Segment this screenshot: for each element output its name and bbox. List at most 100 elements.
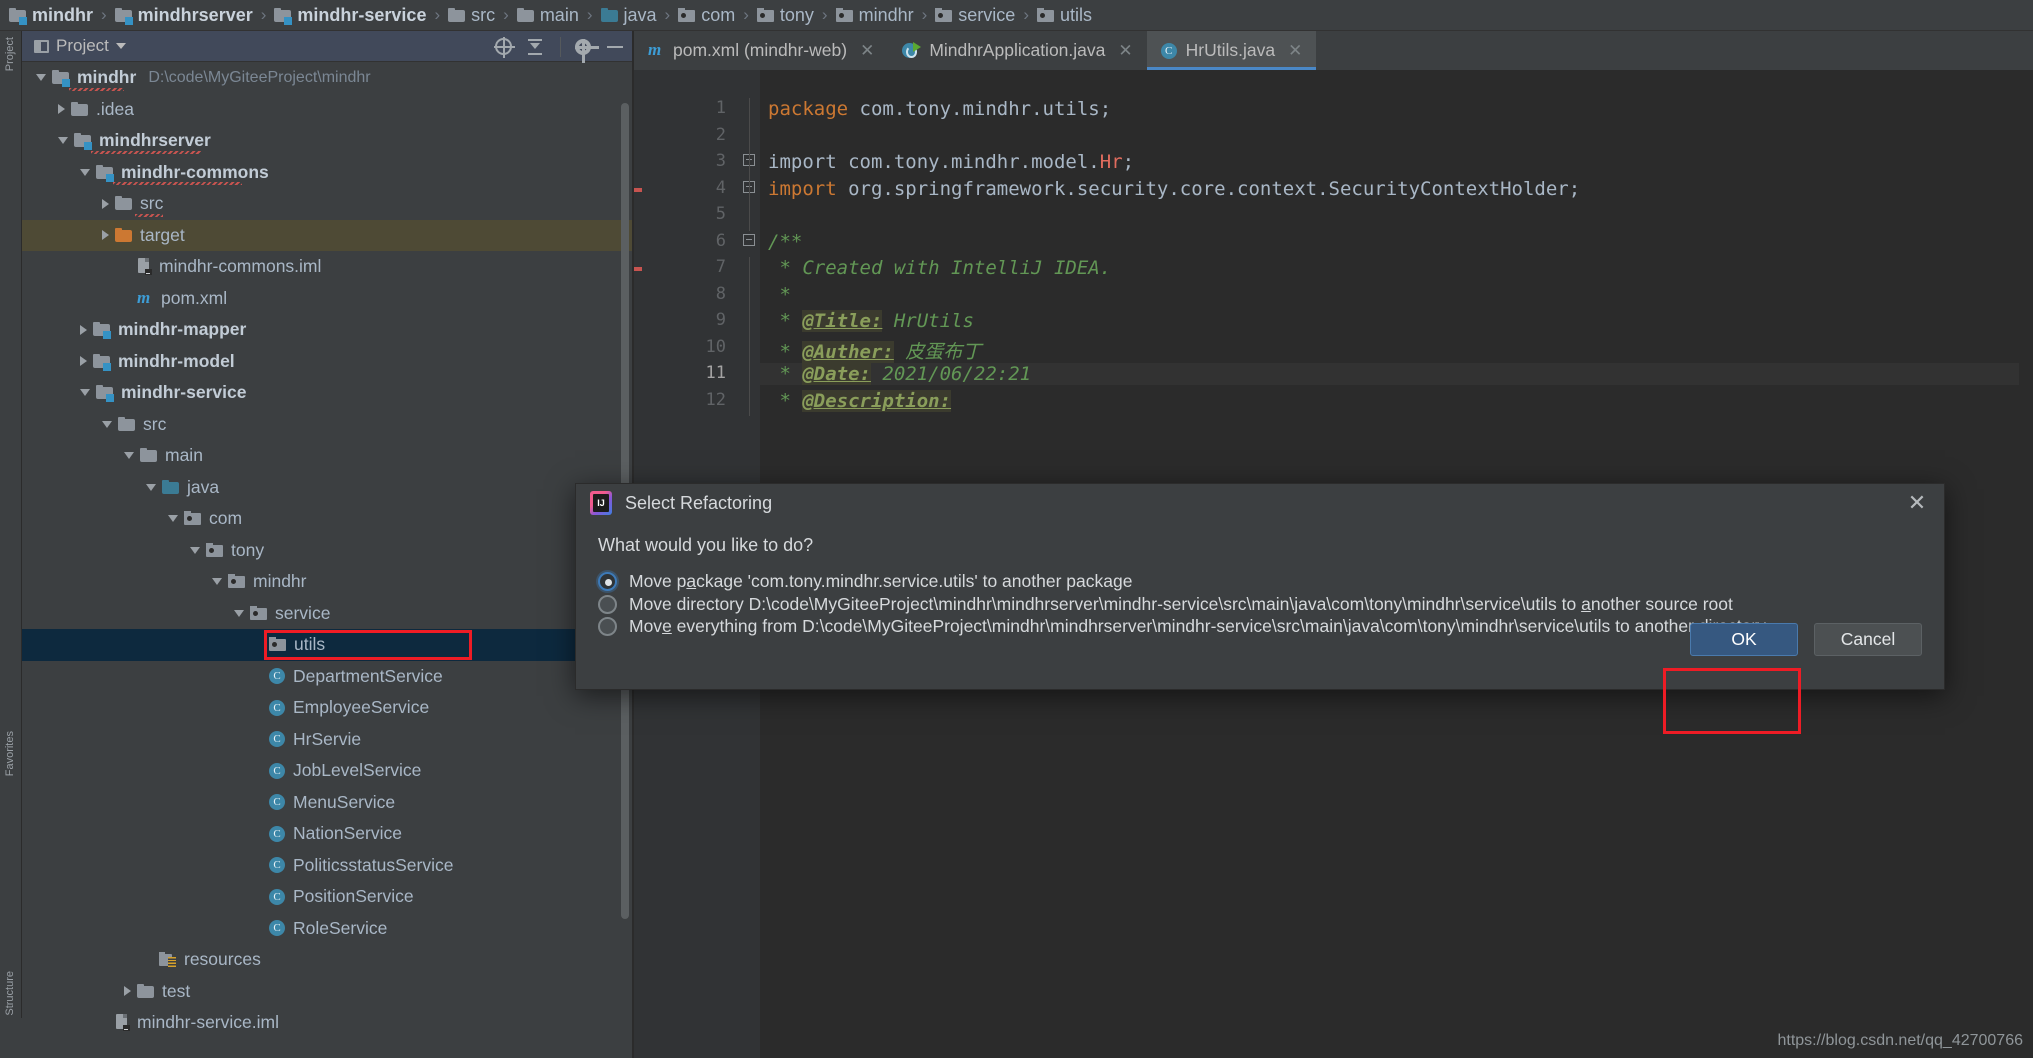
refactoring-option-2[interactable]: Move directory D:\code\MyGiteeProject\mi… (598, 594, 1733, 615)
collapse-all-icon[interactable] (526, 37, 546, 57)
tree-node[interactable]: C PositionService (22, 881, 633, 913)
tree-node[interactable]: C HrServie (22, 724, 633, 756)
tree-node[interactable]: C EmployeeService (22, 692, 633, 724)
tree-node[interactable]: mindhr-commons.iml (22, 251, 633, 283)
tree-node[interactable]: java (22, 472, 633, 504)
close-icon[interactable]: ✕ (1906, 492, 1928, 515)
tree-node[interactable]: C DepartmentService (22, 661, 633, 693)
breadcrumb-item-java[interactable]: java (598, 0, 660, 31)
dialog-titlebar: Select Refactoring (576, 484, 1944, 522)
tree-node-label: PositionService (293, 886, 414, 907)
cancel-button[interactable]: Cancel (1814, 623, 1922, 656)
option-mnemonic-letter: a (686, 571, 697, 591)
code-line[interactable]: package com.tony.mindhr.utils; (768, 98, 1111, 120)
close-icon[interactable]: ✕ (1288, 41, 1302, 61)
tree-node[interactable]: C JobLevelService (22, 755, 633, 787)
editor-vertical-scrollbar[interactable] (2019, 70, 2033, 1058)
close-icon[interactable]: ✕ (1118, 41, 1132, 61)
editor-tab-mindhrapplication-java[interactable]: MindhrApplication.java ✕ (888, 31, 1146, 70)
breadcrumb-item-mindhr[interactable]: mindhr (833, 0, 917, 31)
tree-node[interactable]: src (22, 188, 633, 220)
close-icon[interactable]: ✕ (860, 41, 874, 61)
breadcrumb-item-com[interactable]: com (675, 0, 738, 31)
project-view-selector[interactable]: Project (22, 31, 126, 62)
tree-node[interactable]: mindhr-commons (22, 157, 633, 189)
tree-node[interactable]: C MenuService (22, 787, 633, 819)
tree-node[interactable]: mindhr-service (22, 377, 633, 409)
chevron-right-icon[interactable] (102, 198, 109, 209)
tree-node[interactable]: tony (22, 535, 633, 567)
breadcrumb-item-main[interactable]: main (514, 0, 582, 31)
chevron-right-icon[interactable] (80, 324, 87, 335)
breadcrumb-item-service[interactable]: service (932, 0, 1018, 31)
project-tree-scrollbar[interactable] (621, 67, 631, 919)
breadcrumb-item-mindhrserver[interactable]: mindhrserver (112, 0, 256, 31)
refactoring-option-1[interactable]: Move package 'com.tony.mindhr.service.ut… (598, 571, 1132, 592)
breadcrumb-item-mindhr[interactable]: mindhr (6, 0, 96, 31)
tree-node[interactable]: com (22, 503, 633, 535)
refactoring-option-3[interactable]: Move everything from D:\code\MyGiteeProj… (598, 616, 1766, 637)
rail-button-project[interactable]: Project (4, 37, 16, 71)
code-line[interactable]: /** (768, 231, 802, 253)
tree-node[interactable]: mindhr (22, 566, 633, 598)
radio-button[interactable] (598, 617, 617, 636)
tree-node[interactable]: mindhr-model (22, 346, 633, 378)
tree-node[interactable]: C NationService (22, 818, 633, 850)
radio-button-selected[interactable] (598, 572, 617, 591)
tree-node[interactable]: mindhr-mapper (22, 314, 633, 346)
chevron-down-icon[interactable] (234, 609, 244, 617)
tree-node-selected[interactable]: utils (22, 629, 633, 661)
code-line[interactable]: * Created with IntelliJ IDEA. (768, 257, 1111, 279)
tree-node[interactable]: test (22, 976, 633, 1008)
ok-button[interactable]: OK (1690, 623, 1798, 656)
code-line[interactable]: * @Auther: 皮蛋布丁 (768, 337, 981, 364)
chevron-down-icon[interactable] (102, 420, 112, 428)
chevron-right-icon[interactable] (124, 986, 131, 997)
chevron-down-icon[interactable] (80, 168, 90, 176)
breadcrumb-item-src[interactable]: src (445, 0, 498, 31)
radio-button[interactable] (598, 594, 617, 614)
rail-button-favorites[interactable]: Favorites (4, 731, 16, 776)
chevron-down-icon[interactable] (190, 546, 200, 554)
code-line[interactable]: import com.tony.mindhr.model.Hr; (768, 151, 1134, 173)
chevron-down-icon[interactable] (124, 452, 134, 460)
chevron-down-icon[interactable] (36, 74, 46, 82)
tree-node[interactable]: .idea (22, 94, 633, 126)
tree-node[interactable]: mindhr D:\code\MyGiteeProject\mindhr (22, 62, 633, 94)
code-fold-icon[interactable] (743, 233, 756, 247)
editor-tab-pom-xml-mindhr-web-[interactable]: m pom.xml (mindhr-web) ✕ (634, 31, 888, 70)
settings-gear-icon[interactable] (575, 38, 599, 63)
tree-node[interactable]: main (22, 440, 633, 472)
chevron-down-icon[interactable] (80, 389, 90, 397)
chevron-down-icon[interactable] (168, 515, 178, 523)
code-line[interactable]: * @Date: 2021/06/22:21 (760, 363, 2033, 385)
chevron-down-icon[interactable] (58, 137, 68, 145)
tree-node[interactable]: mindhrserver (22, 125, 633, 157)
code-line[interactable]: * @Description: (768, 389, 952, 412)
project-tree[interactable]: mindhr D:\code\MyGiteeProject\mindhr .idea… (22, 62, 633, 1058)
chevron-right-icon[interactable] (58, 104, 65, 115)
rail-button-structure[interactable]: Structure (4, 971, 16, 1016)
tree-node[interactable]: mindhr-service.iml (22, 1007, 633, 1039)
chevron-right-icon[interactable] (102, 230, 109, 241)
chevron-down-icon[interactable] (146, 483, 156, 491)
hide-panel-icon[interactable] (605, 37, 625, 57)
breadcrumb-item-tony[interactable]: tony (754, 0, 817, 31)
chevron-down-icon[interactable] (212, 578, 222, 586)
code-line[interactable]: * @Title: HrUtils (768, 310, 974, 332)
tree-node[interactable]: resources (22, 944, 633, 976)
tree-node[interactable]: C RoleService (22, 913, 633, 945)
tree-node[interactable]: src (22, 409, 633, 441)
chevron-right-icon[interactable] (80, 356, 87, 367)
tree-node[interactable]: m pom.xml (22, 283, 633, 315)
code-line[interactable]: import org.springframework.security.core… (768, 178, 1580, 200)
tree-node[interactable]: C PoliticsstatusService (22, 850, 633, 882)
code-line[interactable]: * (768, 284, 790, 306)
breadcrumb-item-mindhr-service[interactable]: mindhr-service (271, 0, 429, 31)
locate-icon[interactable] (494, 37, 515, 58)
chevron-down-icon[interactable] (115, 43, 126, 49)
breadcrumb-item-utils[interactable]: utils (1034, 0, 1095, 31)
tree-node[interactable]: service (22, 598, 633, 630)
tree-node[interactable]: target (22, 219, 633, 251)
editor-tab-hrutils-java[interactable]: C HrUtils.java ✕ (1146, 31, 1317, 70)
